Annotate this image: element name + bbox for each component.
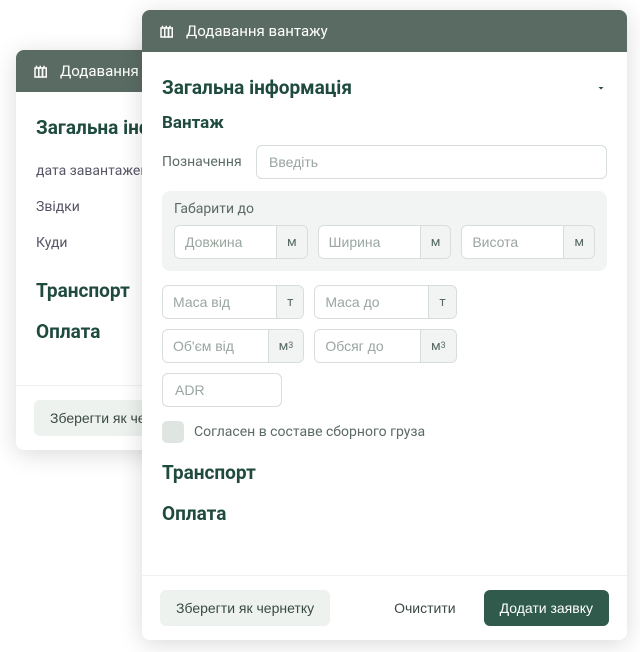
- mass-to-field: т: [314, 285, 456, 319]
- modal-header: Додавання вантажу: [142, 10, 627, 52]
- length-input[interactable]: [175, 226, 276, 258]
- section-general-title: Загальна інформація: [162, 76, 352, 99]
- length-field: м: [174, 225, 308, 259]
- clear-button[interactable]: Очистити: [378, 590, 471, 626]
- volume-row: м3 м3: [162, 329, 607, 363]
- adr-row: [162, 373, 607, 407]
- designation-label: Позначення: [162, 154, 242, 170]
- designation-input[interactable]: [256, 145, 607, 179]
- chevron-down-icon: [595, 76, 607, 99]
- height-field: м: [461, 225, 595, 259]
- dimensions-title: Габарити до: [174, 201, 595, 217]
- modal-title: Додавання вантажу: [186, 22, 328, 40]
- cargo-icon: [158, 22, 176, 40]
- height-input[interactable]: [462, 226, 563, 258]
- width-field: м: [318, 225, 452, 259]
- mass-to-input[interactable]: [315, 286, 428, 318]
- section-transport-title: Транспорт: [162, 461, 607, 484]
- adr-input[interactable]: [162, 373, 282, 407]
- volume-from-field: м3: [162, 329, 304, 363]
- mass-from-input[interactable]: [163, 286, 276, 318]
- unit-m: м: [276, 226, 307, 258]
- section-cargo-title: Вантаж: [162, 113, 607, 133]
- section-payment-title: Оплата: [162, 502, 607, 525]
- unit-m3: м3: [268, 330, 304, 362]
- unit-m3: м3: [420, 330, 456, 362]
- designation-row: Позначення: [162, 145, 607, 179]
- add-cargo-modal: Додавання вантажу Загальна інформація Ва…: [142, 10, 627, 640]
- dimensions-row: м м м: [174, 225, 595, 259]
- width-input[interactable]: [319, 226, 420, 258]
- unit-m: м: [420, 226, 451, 258]
- save-draft-button[interactable]: Зберегти як чернетку: [160, 590, 330, 626]
- consent-checkbox[interactable]: [162, 421, 184, 443]
- modal-footer: Зберегти як чернетку Очистити Додати зая…: [142, 575, 627, 640]
- consent-label: Согласен в составе сборного груза: [194, 424, 425, 440]
- unit-t: т: [428, 286, 455, 318]
- modal-body: Загальна інформація Вантаж Позначення Га…: [142, 52, 627, 575]
- consent-row[interactable]: Согласен в составе сборного груза: [162, 421, 607, 443]
- unit-t: т: [276, 286, 303, 318]
- unit-m: м: [563, 226, 594, 258]
- submit-button[interactable]: Додати заявку: [484, 590, 609, 626]
- section-general[interactable]: Загальна інформація: [162, 76, 607, 99]
- volume-to-field: м3: [314, 329, 456, 363]
- dimensions-group: Габарити до м м м: [162, 191, 607, 271]
- cargo-icon: [32, 62, 50, 80]
- mass-row: т т: [162, 285, 607, 319]
- volume-from-input[interactable]: [163, 330, 268, 362]
- volume-to-input[interactable]: [315, 330, 420, 362]
- mass-from-field: т: [162, 285, 304, 319]
